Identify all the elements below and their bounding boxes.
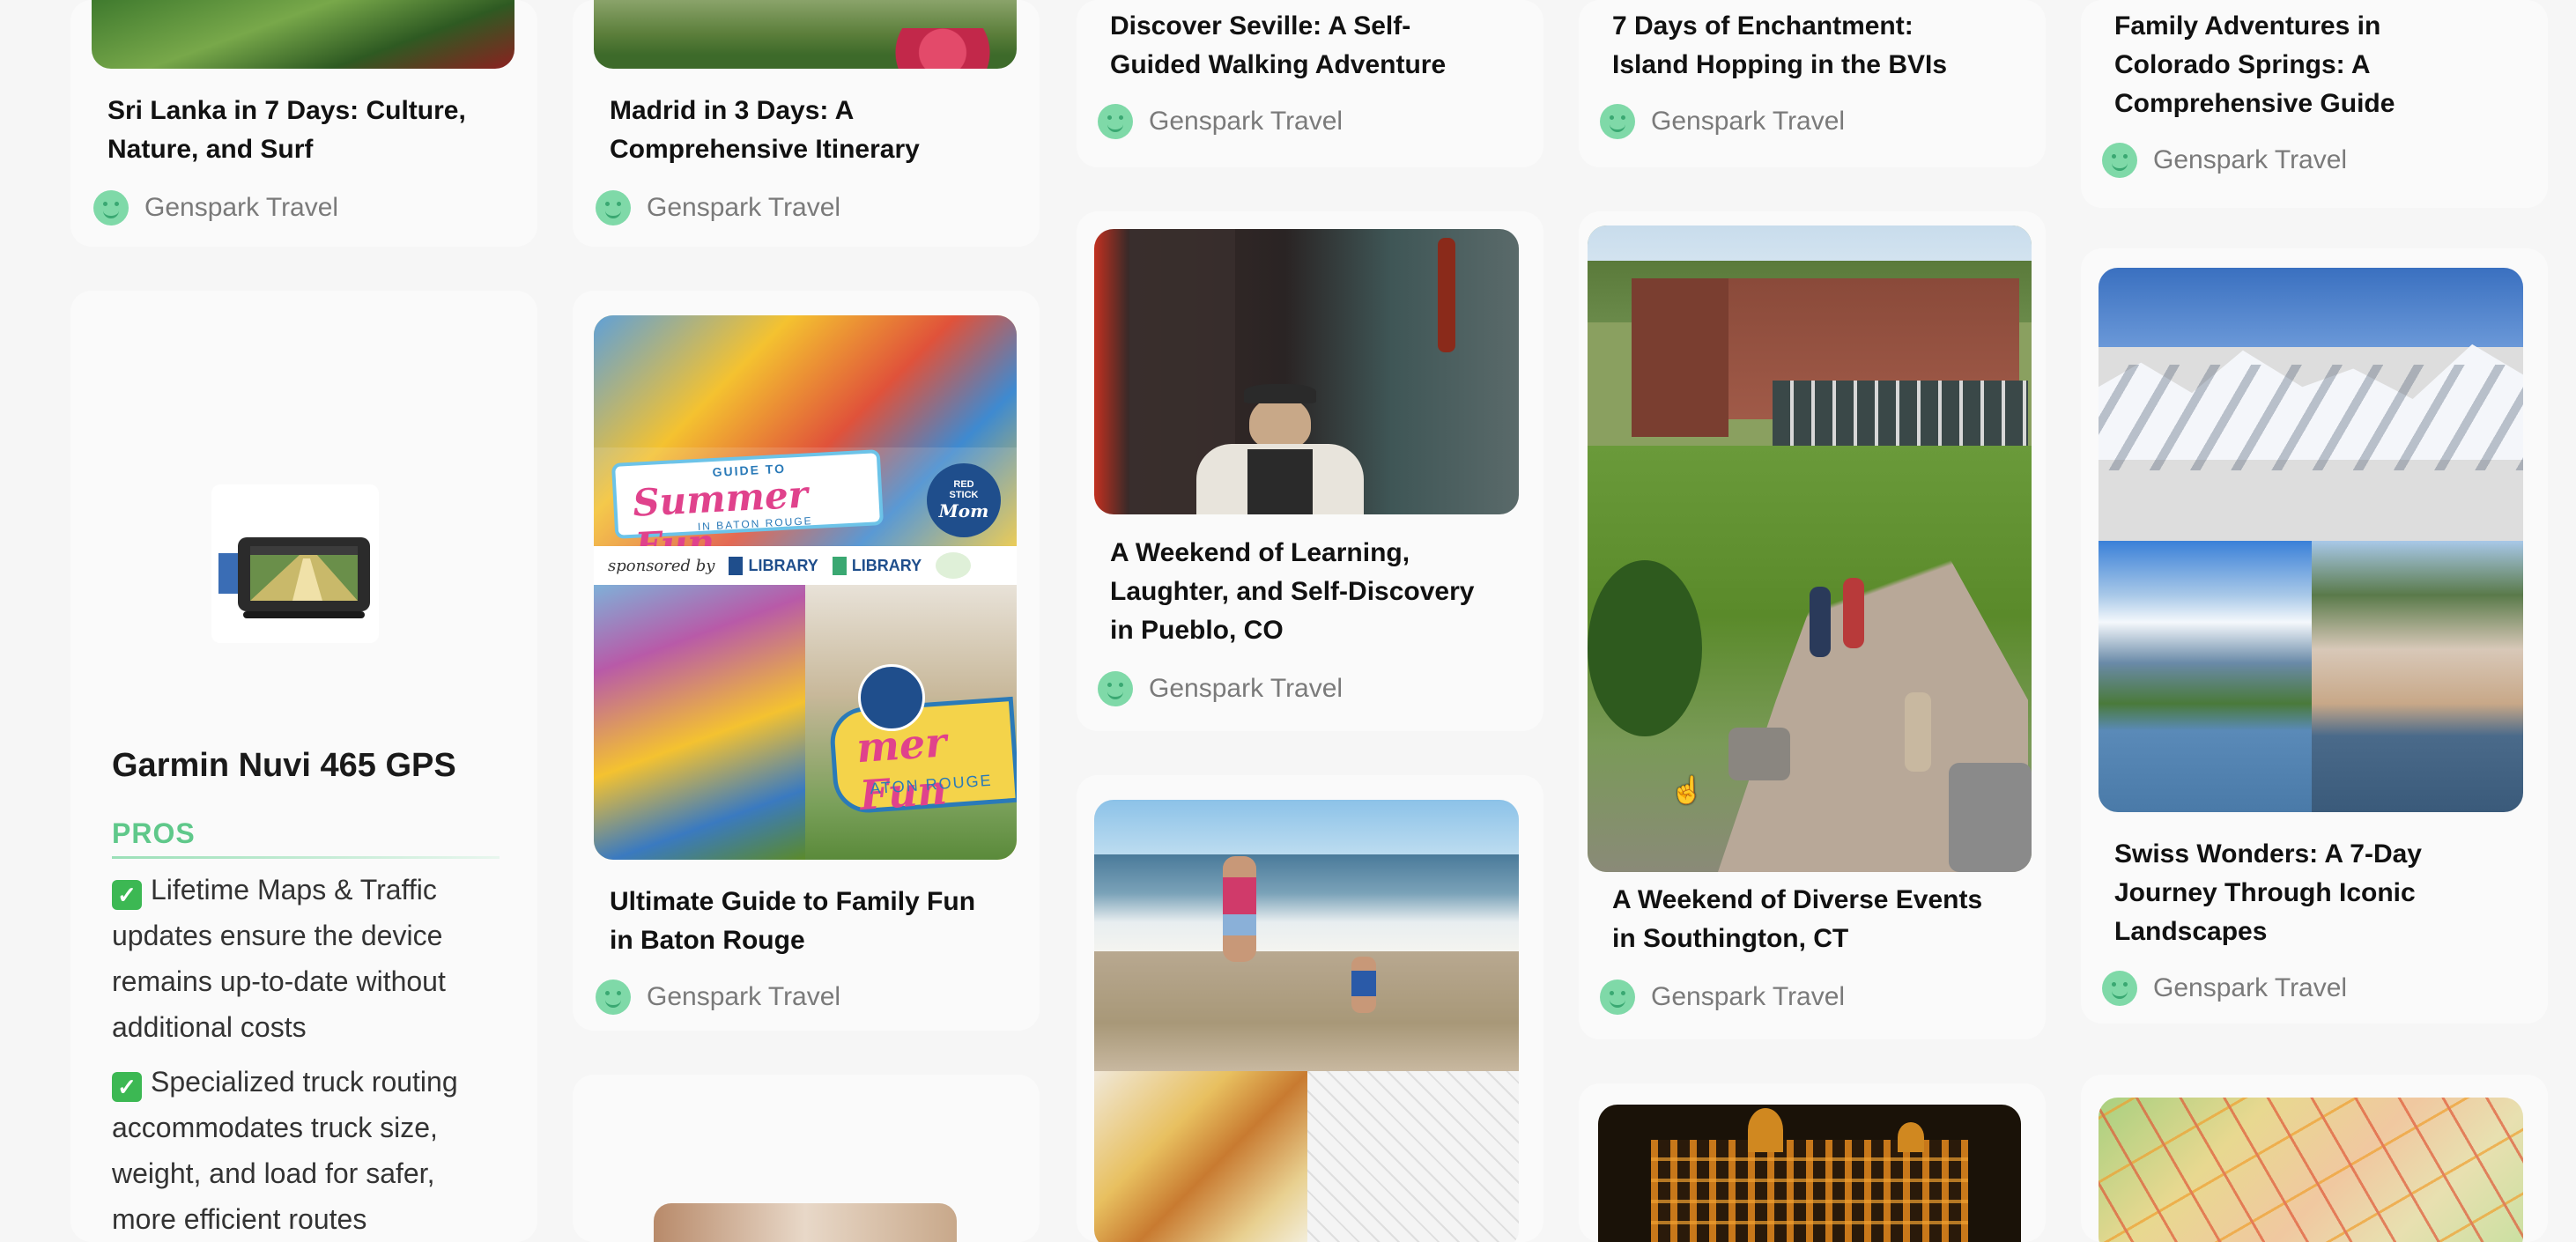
article-author: Genspark Travel (1600, 980, 1845, 1015)
article-author: Genspark Travel (1098, 671, 1343, 706)
article-image-baton-rouge[interactable]: GUIDE TO Summer Fun IN BATON ROUGE RED S… (594, 315, 1017, 860)
genspark-avatar-icon (596, 980, 631, 1015)
article-card-beach[interactable] (1077, 775, 1543, 1242)
red-stick-mom-badge: RED STICK Mom (927, 463, 1001, 537)
article-card-bvi[interactable]: 7 Days of Enchantment: Island Hopping in … (1579, 0, 2046, 167)
sponsored-by-text: sponsored by (608, 556, 715, 575)
article-title[interactable]: A Weekend of Learning, Laughter, and Self… (1110, 534, 1533, 650)
article-card-madrid[interactable]: Madrid in 3 Days: A Comprehensive Itinera… (573, 0, 1040, 247)
article-title[interactable]: Family Adventures in Colorado Springs: AC… (2114, 7, 2537, 123)
article-card-harrods[interactable] (1579, 1083, 2046, 1242)
library-logo: LIBRARY (832, 556, 922, 575)
article-title[interactable]: Discover Seville: A Self- Guided Walking … (1110, 7, 1533, 85)
genspark-avatar-icon (596, 190, 631, 225)
article-card-partial[interactable] (573, 1075, 1040, 1242)
checkmark-icon: ✓ (112, 1072, 142, 1102)
article-title[interactable]: Swiss Wonders: A 7-Day Journey Through Ic… (2114, 835, 2537, 951)
genspark-avatar-icon (1098, 671, 1133, 706)
article-author: Genspark Travel (596, 980, 840, 1015)
article-card-pueblo[interactable]: A Weekend of Learning, Laughter, and Self… (1077, 211, 1543, 731)
pros-item: ✓ Lifetime Maps & Traffic updates ensure … (112, 874, 446, 1043)
mouse-cursor-icon: ☝ (1670, 776, 1704, 805)
article-image-southington[interactable]: ☝ (1588, 225, 2032, 872)
article-image-madrid[interactable] (594, 0, 1017, 69)
article-author: Genspark Travel (93, 190, 338, 225)
article-image-harrods[interactable] (1598, 1105, 2021, 1242)
genspark-avatar-icon (1098, 104, 1133, 139)
genspark-avatar-icon (1600, 104, 1635, 139)
article-author: Genspark Travel (1098, 104, 1343, 139)
article-image-swiss[interactable] (2099, 268, 2523, 812)
product-card-gps[interactable]: Garmin Nuvi 465 GPS PROS ✓ Lifetime Maps … (70, 291, 537, 1242)
product-title: Garmin Nuvi 465 GPS (112, 747, 456, 784)
summer-fun-text: mer Fun (855, 718, 949, 820)
article-author: Genspark Travel (2102, 143, 2347, 178)
article-author: Genspark Travel (1600, 104, 1845, 139)
article-title[interactable]: Madrid in 3 Days: A Comprehensive Itinera… (610, 92, 1033, 169)
genspark-avatar-icon (2102, 971, 2137, 1006)
checkmark-icon: ✓ (112, 880, 142, 910)
article-card-baton-rouge[interactable]: GUIDE TO Summer Fun IN BATON ROUGE RED S… (573, 291, 1040, 1031)
article-card-map[interactable] (2081, 1075, 2548, 1242)
article-author: Genspark Travel (2102, 971, 2347, 1006)
article-card-southington[interactable]: ☝ A Weekend of Diverse Events in Southing… (1579, 211, 2046, 1039)
pros-divider (112, 856, 500, 859)
gps-product-image[interactable] (211, 484, 379, 643)
article-image-beach[interactable] (1094, 800, 1519, 1242)
article-image-pueblo[interactable] (1094, 229, 1519, 514)
library-logo: LIBRARY (729, 556, 818, 575)
article-card-sri-lanka[interactable]: Sri Lanka in 7 Days: Culture, Nature, and… (70, 0, 537, 247)
article-title[interactable]: Ultimate Guide to Family Fun in Baton Rou… (610, 883, 1033, 960)
genspark-avatar-icon (93, 190, 129, 225)
article-title[interactable]: 7 Days of Enchantment: Island Hopping in … (1612, 7, 2035, 85)
article-image[interactable] (654, 1203, 957, 1242)
article-card-swiss[interactable]: Swiss Wonders: A 7-Day Journey Through Ic… (2081, 248, 2548, 1024)
genspark-avatar-icon (1600, 980, 1635, 1015)
article-title[interactable]: A Weekend of Diverse Events in Southingto… (1612, 881, 2035, 958)
pros-label: PROS (112, 817, 196, 849)
article-author: Genspark Travel (596, 190, 840, 225)
article-image-map[interactable] (2099, 1098, 2523, 1242)
article-title[interactable]: Sri Lanka in 7 Days: Culture, Nature, and… (107, 92, 530, 169)
pros-item: ✓ Specialized truck routing accommodates … (112, 1066, 458, 1235)
article-image-sri-lanka[interactable] (92, 0, 514, 69)
genspark-avatar-icon (2102, 143, 2137, 178)
article-card-seville[interactable]: Discover Seville: A Self- Guided Walking … (1077, 0, 1543, 167)
article-card-colorado[interactable]: Family Adventures in Colorado Springs: AC… (2081, 0, 2548, 208)
